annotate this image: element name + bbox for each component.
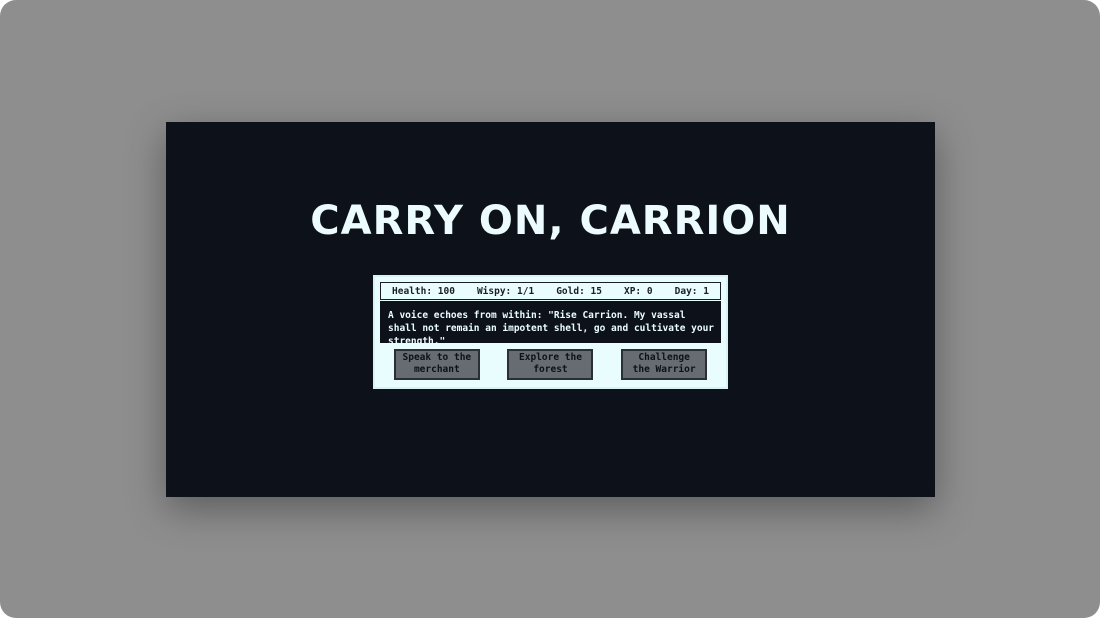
day-stat: Day: 1: [675, 286, 709, 297]
xp-stat: XP: 0: [624, 286, 653, 297]
wispy-value: 1/1: [517, 285, 535, 297]
speak-to-merchant-button[interactable]: Speak to the merchant: [393, 348, 480, 380]
page-backdrop: CARRY ON, CARRION Health: 100 Wispy: 1/1…: [0, 0, 1100, 618]
health-stat: Health: 100: [392, 286, 455, 297]
gold-value: 15: [590, 285, 602, 297]
action-buttons: Speak to the merchant Explore the forest…: [380, 345, 721, 383]
day-value: 1: [703, 285, 709, 297]
explore-forest-button[interactable]: Explore the forest: [507, 348, 594, 380]
game-screen: CARRY ON, CARRION Health: 100 Wispy: 1/1…: [166, 122, 935, 497]
wispy-stat: Wispy: 1/1: [477, 286, 534, 297]
narration-text: A voice echoes from within: "Rise Carrio…: [380, 301, 721, 347]
health-label: Health:: [392, 285, 433, 297]
day-label: Day:: [674, 285, 698, 297]
gold-label: Gold:: [556, 285, 585, 297]
wispy-label: Wispy:: [476, 285, 512, 297]
gold-stat: Gold: 15: [556, 286, 602, 297]
xp-label: XP:: [623, 285, 642, 297]
health-value: 100: [437, 285, 455, 297]
stats-bar: Health: 100 Wispy: 1/1 Gold: 15 XP: 0 Da…: [380, 282, 721, 300]
xp-value: 0: [646, 285, 653, 297]
game-title: CARRY ON, CARRION: [310, 198, 791, 244]
challenge-warrior-button[interactable]: Challenge the Warrior: [621, 348, 708, 380]
game-panel: Health: 100 Wispy: 1/1 Gold: 15 XP: 0 Da…: [373, 275, 728, 389]
